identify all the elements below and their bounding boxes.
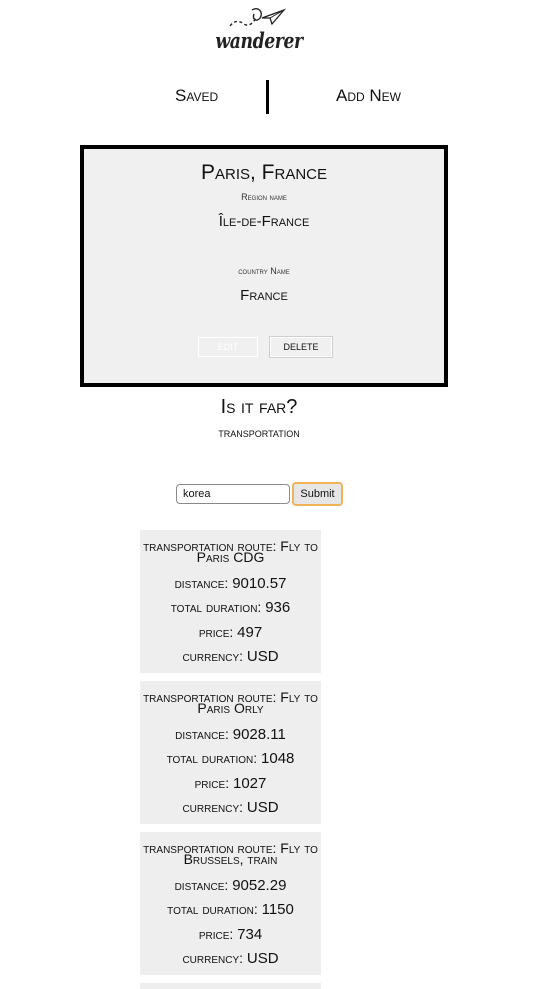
origin-search-input[interactable] [176,484,290,504]
result-card: transportation route: Fly to Brussels, t… [140,832,321,975]
price-value: 734 [237,926,263,943]
distance-heading: Is it far? [220,396,298,418]
duration-label: total duration: [167,901,258,917]
country-value: France [240,287,288,304]
distance-label: distance: [174,877,229,893]
edit-button[interactable]: EDIT [198,337,258,357]
price-value: 1027 [232,775,267,792]
result-card: transportation route: Fly to Paris CDG d… [140,530,321,673]
region-label: Region name [241,192,287,202]
nav-divider [266,80,269,114]
price-value: 497 [237,624,263,641]
transportation-subheading: transportation [218,425,300,440]
result-currency: currency: USD [140,950,321,967]
result-currency: currency: USD [140,799,321,816]
region-value: Île-de-France [218,213,310,230]
result-price: price: 1027 [140,775,321,792]
currency-value: USD [246,799,279,816]
brand-wordmark: wanderer [215,28,303,53]
distance-label: distance: [174,575,229,591]
distance-value: 9028.11 [232,726,286,743]
duration-label: total duration: [170,599,262,615]
currency-label: currency: [182,950,243,966]
result-distance: distance: 9052.29 [140,877,321,894]
result-price: price: 734 [140,926,321,943]
paper-plane-icon [229,8,287,27]
result-duration: total duration: 1150 [140,901,321,918]
nav-add-new-link[interactable]: Add New [336,86,401,106]
currency-value: USD [246,648,279,665]
result-price: price: 497 [140,624,321,641]
currency-label: currency: [182,799,243,815]
currency-label: currency: [182,648,243,664]
result-duration: total duration: 936 [140,599,321,616]
distance-label: distance: [175,726,229,742]
delete-button[interactable]: DELETE [269,336,333,358]
currency-value: USD [246,950,279,967]
result-currency: currency: USD [140,648,321,665]
duration-value: 1048 [261,750,295,767]
result-duration: total duration: 1048 [140,750,321,767]
location-card: Paris, France Region name Île-de-France … [80,145,448,387]
price-label: price: [198,624,234,640]
duration-value: 1150 [261,901,294,918]
nav-saved-link[interactable]: Saved [175,86,218,106]
brand-logo[interactable]: wanderer [0,2,538,58]
result-route: transportation route: Fly to Paris Orly [140,690,321,715]
result-card-partial [140,983,321,989]
result-distance: distance: 9010.57 [140,575,321,592]
country-label: country Name [238,266,290,276]
duration-value: 936 [265,599,291,616]
results-list: transportation route: Fly to Paris CDG d… [140,530,321,989]
result-route: transportation route: Fly to Paris CDG [140,539,321,564]
price-label: price: [198,926,234,942]
submit-button[interactable]: Submit [292,482,343,506]
result-distance: distance: 9028.11 [140,726,321,743]
result-route: transportation route: Fly to Brussels, t… [140,841,321,866]
top-nav: Saved Add New [0,80,538,116]
duration-label: total duration: [166,750,258,766]
distance-value: 9010.57 [232,575,287,592]
price-label: price: [194,775,230,791]
distance-value: 9052.29 [232,877,287,894]
location-title: Paris, France [200,161,328,184]
result-card: transportation route: Fly to Paris Orly … [140,681,321,824]
